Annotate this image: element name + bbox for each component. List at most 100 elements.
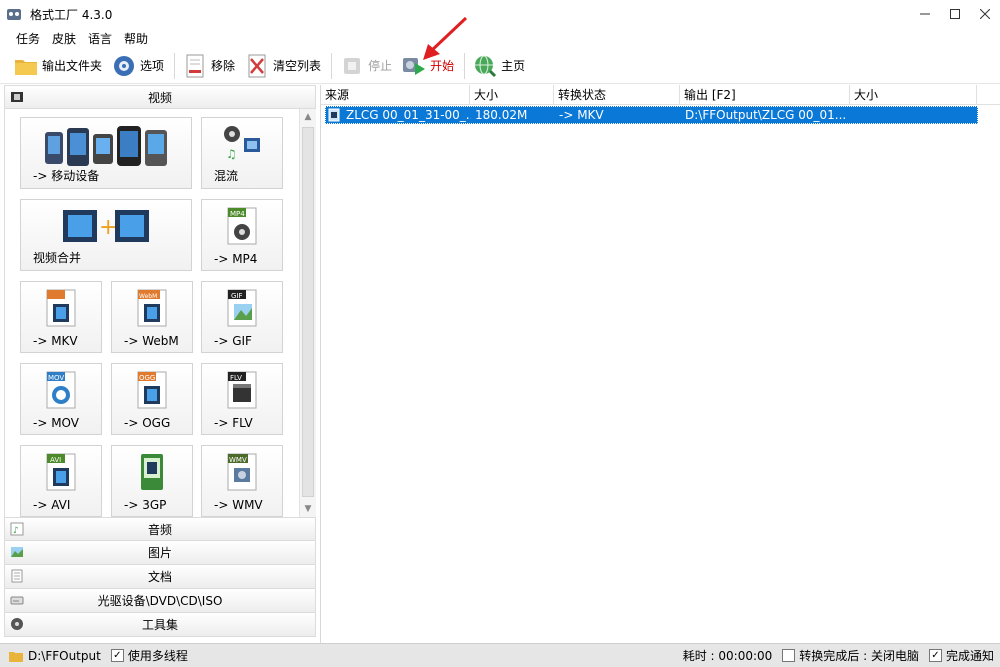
elapsed-time: 耗时 : 00:00:00 bbox=[682, 649, 773, 663]
tile-avi[interactable]: AVI -> AVI bbox=[20, 445, 102, 517]
cell-status: -> MKV bbox=[559, 108, 604, 122]
mobile-devices-icon bbox=[41, 124, 171, 173]
toolbar: 输出文件夹 选项 移除 清空列表 停止 开始 主页 bbox=[0, 48, 1000, 84]
picture-icon bbox=[9, 544, 25, 560]
column-output-size[interactable]: 大小 bbox=[850, 85, 977, 105]
status-bar: D:\FFOutput ✓ 使用多线程 耗时 : 00:00:00 转换完成后 … bbox=[0, 643, 1000, 667]
film-icon bbox=[9, 89, 25, 105]
cell-output: D:\FFOutput\ZLCG 00_01... bbox=[685, 108, 847, 122]
video-merge-icon: + bbox=[61, 206, 151, 249]
after-done-option[interactable]: 转换完成后 : 关闭电脑 bbox=[782, 647, 919, 664]
svg-text:+: + bbox=[99, 215, 117, 240]
tile-3gp[interactable]: -> 3GP bbox=[111, 445, 193, 517]
stop-icon bbox=[340, 54, 364, 78]
notify-option[interactable]: ✓ 完成通知 bbox=[928, 647, 994, 664]
table-row[interactable]: ZLCG 00_01_31-00_... 180.02M -> MKV D:\F… bbox=[325, 106, 978, 124]
wmv-file-icon: WMV bbox=[224, 452, 260, 495]
menu-language[interactable]: 语言 bbox=[82, 30, 118, 47]
column-output[interactable]: 输出 [F2] bbox=[680, 85, 850, 105]
home-button[interactable]: 主页 bbox=[469, 51, 529, 81]
tile-mkv[interactable]: -> MKV bbox=[20, 281, 102, 353]
disc-drive-icon bbox=[9, 592, 25, 608]
stop-button[interactable]: 停止 bbox=[336, 51, 396, 81]
title-bar: 格式工厂 4.3.0 bbox=[0, 0, 1000, 28]
column-status[interactable]: 转换状态 bbox=[554, 85, 680, 105]
tile-mp4[interactable]: MP4 -> MP4 bbox=[201, 199, 283, 271]
tile-mobile-device[interactable]: -> 移动设备 bbox=[20, 117, 192, 189]
svg-text:MP4: MP4 bbox=[230, 210, 245, 218]
menu-task[interactable]: 任务 bbox=[10, 30, 46, 47]
column-size[interactable]: 大小 bbox=[470, 85, 554, 105]
svg-text:GIF: GIF bbox=[231, 292, 243, 300]
gif-file-icon: GIF bbox=[224, 288, 260, 331]
category-document[interactable]: 文档 bbox=[4, 565, 316, 589]
remove-button[interactable]: 移除 bbox=[179, 51, 239, 81]
cell-size: 180.02M bbox=[475, 108, 528, 122]
tile-flv[interactable]: FLV -> FLV bbox=[201, 363, 283, 435]
video-file-icon bbox=[328, 108, 342, 122]
menu-help[interactable]: 帮助 bbox=[118, 30, 154, 47]
scroll-down-icon[interactable]: ▼ bbox=[300, 501, 316, 517]
start-icon bbox=[402, 54, 426, 78]
3gp-file-icon bbox=[134, 452, 170, 495]
app-icon bbox=[6, 6, 22, 22]
close-button[interactable] bbox=[970, 0, 1000, 28]
tile-ogg[interactable]: OGG -> OGG bbox=[111, 363, 193, 435]
multithread-checkbox[interactable]: ✓ bbox=[110, 649, 124, 662]
document-icon bbox=[9, 568, 25, 584]
tile-gif[interactable]: GIF -> GIF bbox=[201, 281, 283, 353]
svg-text:♪: ♪ bbox=[13, 526, 19, 536]
category-scrollbar[interactable]: ▲ ▼ bbox=[299, 109, 316, 517]
tile-mux[interactable]: ♫ 混流 bbox=[201, 117, 283, 189]
menu-bar: 任务 皮肤 语言 帮助 bbox=[0, 28, 1000, 48]
start-button[interactable]: 开始 bbox=[398, 51, 458, 81]
globe-search-icon bbox=[473, 54, 497, 78]
music-note-icon: ♪ bbox=[9, 521, 25, 537]
remove-document-icon bbox=[183, 54, 207, 78]
tile-wmv[interactable]: WMV -> WMV bbox=[201, 445, 283, 517]
svg-text:MOV: MOV bbox=[48, 374, 64, 382]
column-source[interactable]: 来源 bbox=[321, 85, 470, 105]
folder-icon bbox=[8, 649, 24, 663]
maximize-button[interactable] bbox=[940, 0, 970, 28]
options-button[interactable]: 选项 bbox=[108, 51, 168, 81]
category-image[interactable]: 图片 bbox=[4, 541, 316, 565]
scroll-up-icon[interactable]: ▲ bbox=[300, 109, 316, 125]
tools-icon bbox=[9, 616, 25, 632]
category-disc[interactable]: 光驱设备\DVD\CD\ISO bbox=[4, 589, 316, 613]
minimize-button[interactable] bbox=[910, 0, 940, 28]
svg-text:WebM: WebM bbox=[139, 293, 157, 300]
toolbar-separator bbox=[331, 52, 333, 79]
format-grid: -> 移动设备 ♫ 混流 + 视频合并 MP4 -> MP4 -> MKV We… bbox=[4, 109, 316, 517]
mov-file-icon: MOV bbox=[43, 370, 79, 413]
category-tools[interactable]: 工具集 bbox=[4, 613, 316, 637]
output-path[interactable]: D:\FFOutput bbox=[8, 649, 101, 663]
notify-checkbox[interactable]: ✓ bbox=[928, 649, 942, 662]
after-done-checkbox[interactable] bbox=[782, 649, 796, 662]
multithread-option[interactable]: ✓ 使用多线程 bbox=[110, 647, 188, 664]
toolbar-separator bbox=[174, 52, 176, 79]
ogg-file-icon: OGG bbox=[134, 370, 170, 413]
flv-file-icon: FLV bbox=[224, 370, 260, 413]
toolbar-separator bbox=[464, 52, 466, 79]
clear-list-button[interactable]: 清空列表 bbox=[241, 51, 325, 81]
mp4-file-icon: MP4 bbox=[224, 206, 260, 249]
task-list-panel: 来源 大小 转换状态 输出 [F2] 大小 ZLCG 00_01_31-00_.… bbox=[320, 85, 1000, 643]
window-title: 格式工厂 4.3.0 bbox=[30, 7, 113, 22]
webm-file-icon: WebM bbox=[134, 288, 170, 331]
svg-text:WMV: WMV bbox=[229, 456, 247, 464]
tile-mov[interactable]: MOV -> MOV bbox=[20, 363, 102, 435]
output-folder-button[interactable]: 输出文件夹 bbox=[10, 51, 106, 81]
menu-skin[interactable]: 皮肤 bbox=[46, 30, 82, 47]
svg-text:OGG: OGG bbox=[139, 374, 155, 382]
folder-icon bbox=[14, 54, 38, 78]
category-audio[interactable]: ♪ 音频 bbox=[4, 517, 316, 541]
scroll-thumb[interactable] bbox=[302, 127, 314, 497]
tile-webm[interactable]: WebM -> WebM bbox=[111, 281, 193, 353]
category-video[interactable]: 视频 bbox=[4, 85, 316, 109]
gear-icon bbox=[112, 54, 136, 78]
category-panel: 视频 -> 移动设备 ♫ 混流 + 视频合并 MP4 -> MP4 -> MKV… bbox=[4, 85, 316, 643]
mkv-file-icon bbox=[43, 288, 79, 331]
tile-video-merge[interactable]: + 视频合并 bbox=[20, 199, 192, 271]
cell-source: ZLCG 00_01_31-00_... bbox=[346, 108, 471, 122]
